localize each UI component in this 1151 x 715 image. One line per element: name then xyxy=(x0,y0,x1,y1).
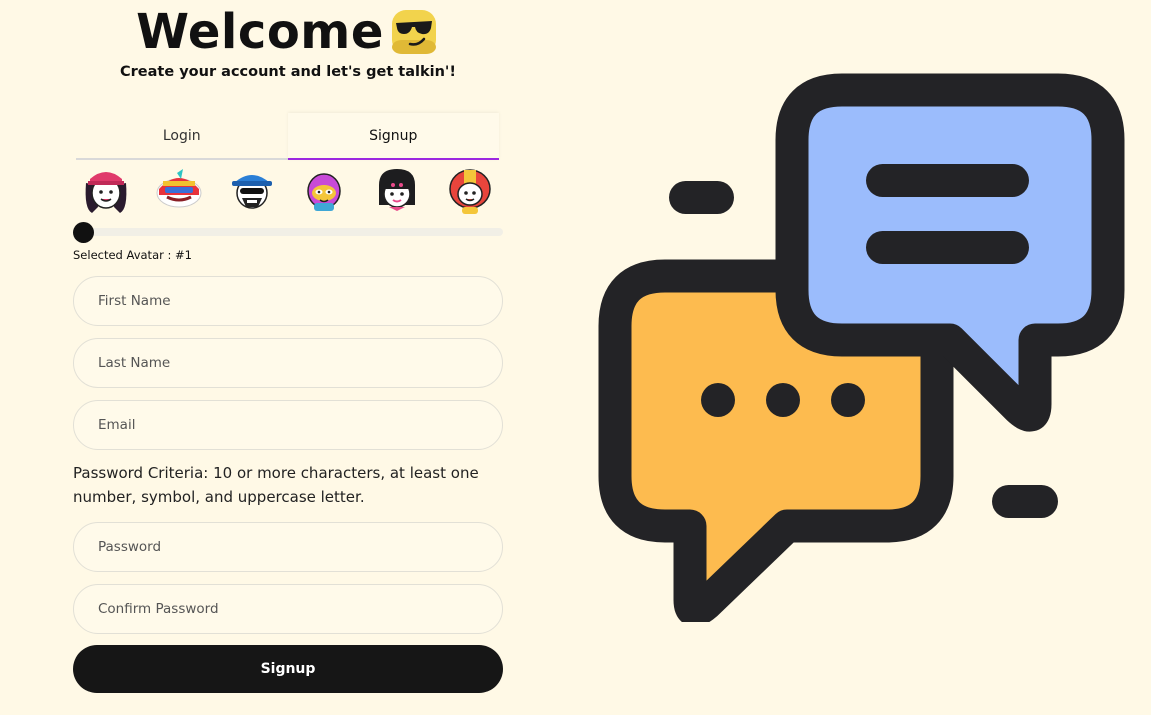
tab-login[interactable]: Login xyxy=(76,113,288,160)
selected-avatar-label: Selected Avatar : #1 xyxy=(73,248,192,262)
page-title: Welcome xyxy=(136,4,384,60)
slider-thumb[interactable] xyxy=(73,222,94,243)
password-criteria: Password Criteria: 10 or more characters… xyxy=(73,464,479,506)
password-field[interactable] xyxy=(73,522,503,572)
avatar-1[interactable] xyxy=(78,163,134,219)
confirm-password-field[interactable] xyxy=(73,584,503,634)
signup-page: Welcome Create your account and let's ge… xyxy=(0,0,1151,715)
sunglasses-emoji-icon xyxy=(391,10,436,54)
title-row: Welcome xyxy=(73,4,503,60)
avatar-6[interactable] xyxy=(442,163,498,219)
avatar-slider[interactable] xyxy=(73,221,503,243)
avatar-4[interactable] xyxy=(296,163,352,219)
signup-button[interactable]: Signup xyxy=(73,645,503,693)
tab-signup[interactable]: Signup xyxy=(287,113,499,160)
email-field[interactable] xyxy=(73,400,503,450)
avatar-5[interactable] xyxy=(369,163,425,219)
slider-track[interactable] xyxy=(83,228,503,236)
page-subtitle: Create your account and let's get talkin… xyxy=(120,64,456,80)
avatar-3[interactable] xyxy=(224,163,280,219)
last-name-field[interactable] xyxy=(73,338,503,388)
header: Welcome Create your account and let's ge… xyxy=(73,0,503,80)
first-name-field[interactable] xyxy=(73,276,503,326)
avatar-2[interactable] xyxy=(151,163,207,219)
chat-bubbles-icon xyxy=(598,73,1125,622)
avatar-list xyxy=(78,163,498,219)
auth-tabs: Login Signup xyxy=(76,113,499,160)
